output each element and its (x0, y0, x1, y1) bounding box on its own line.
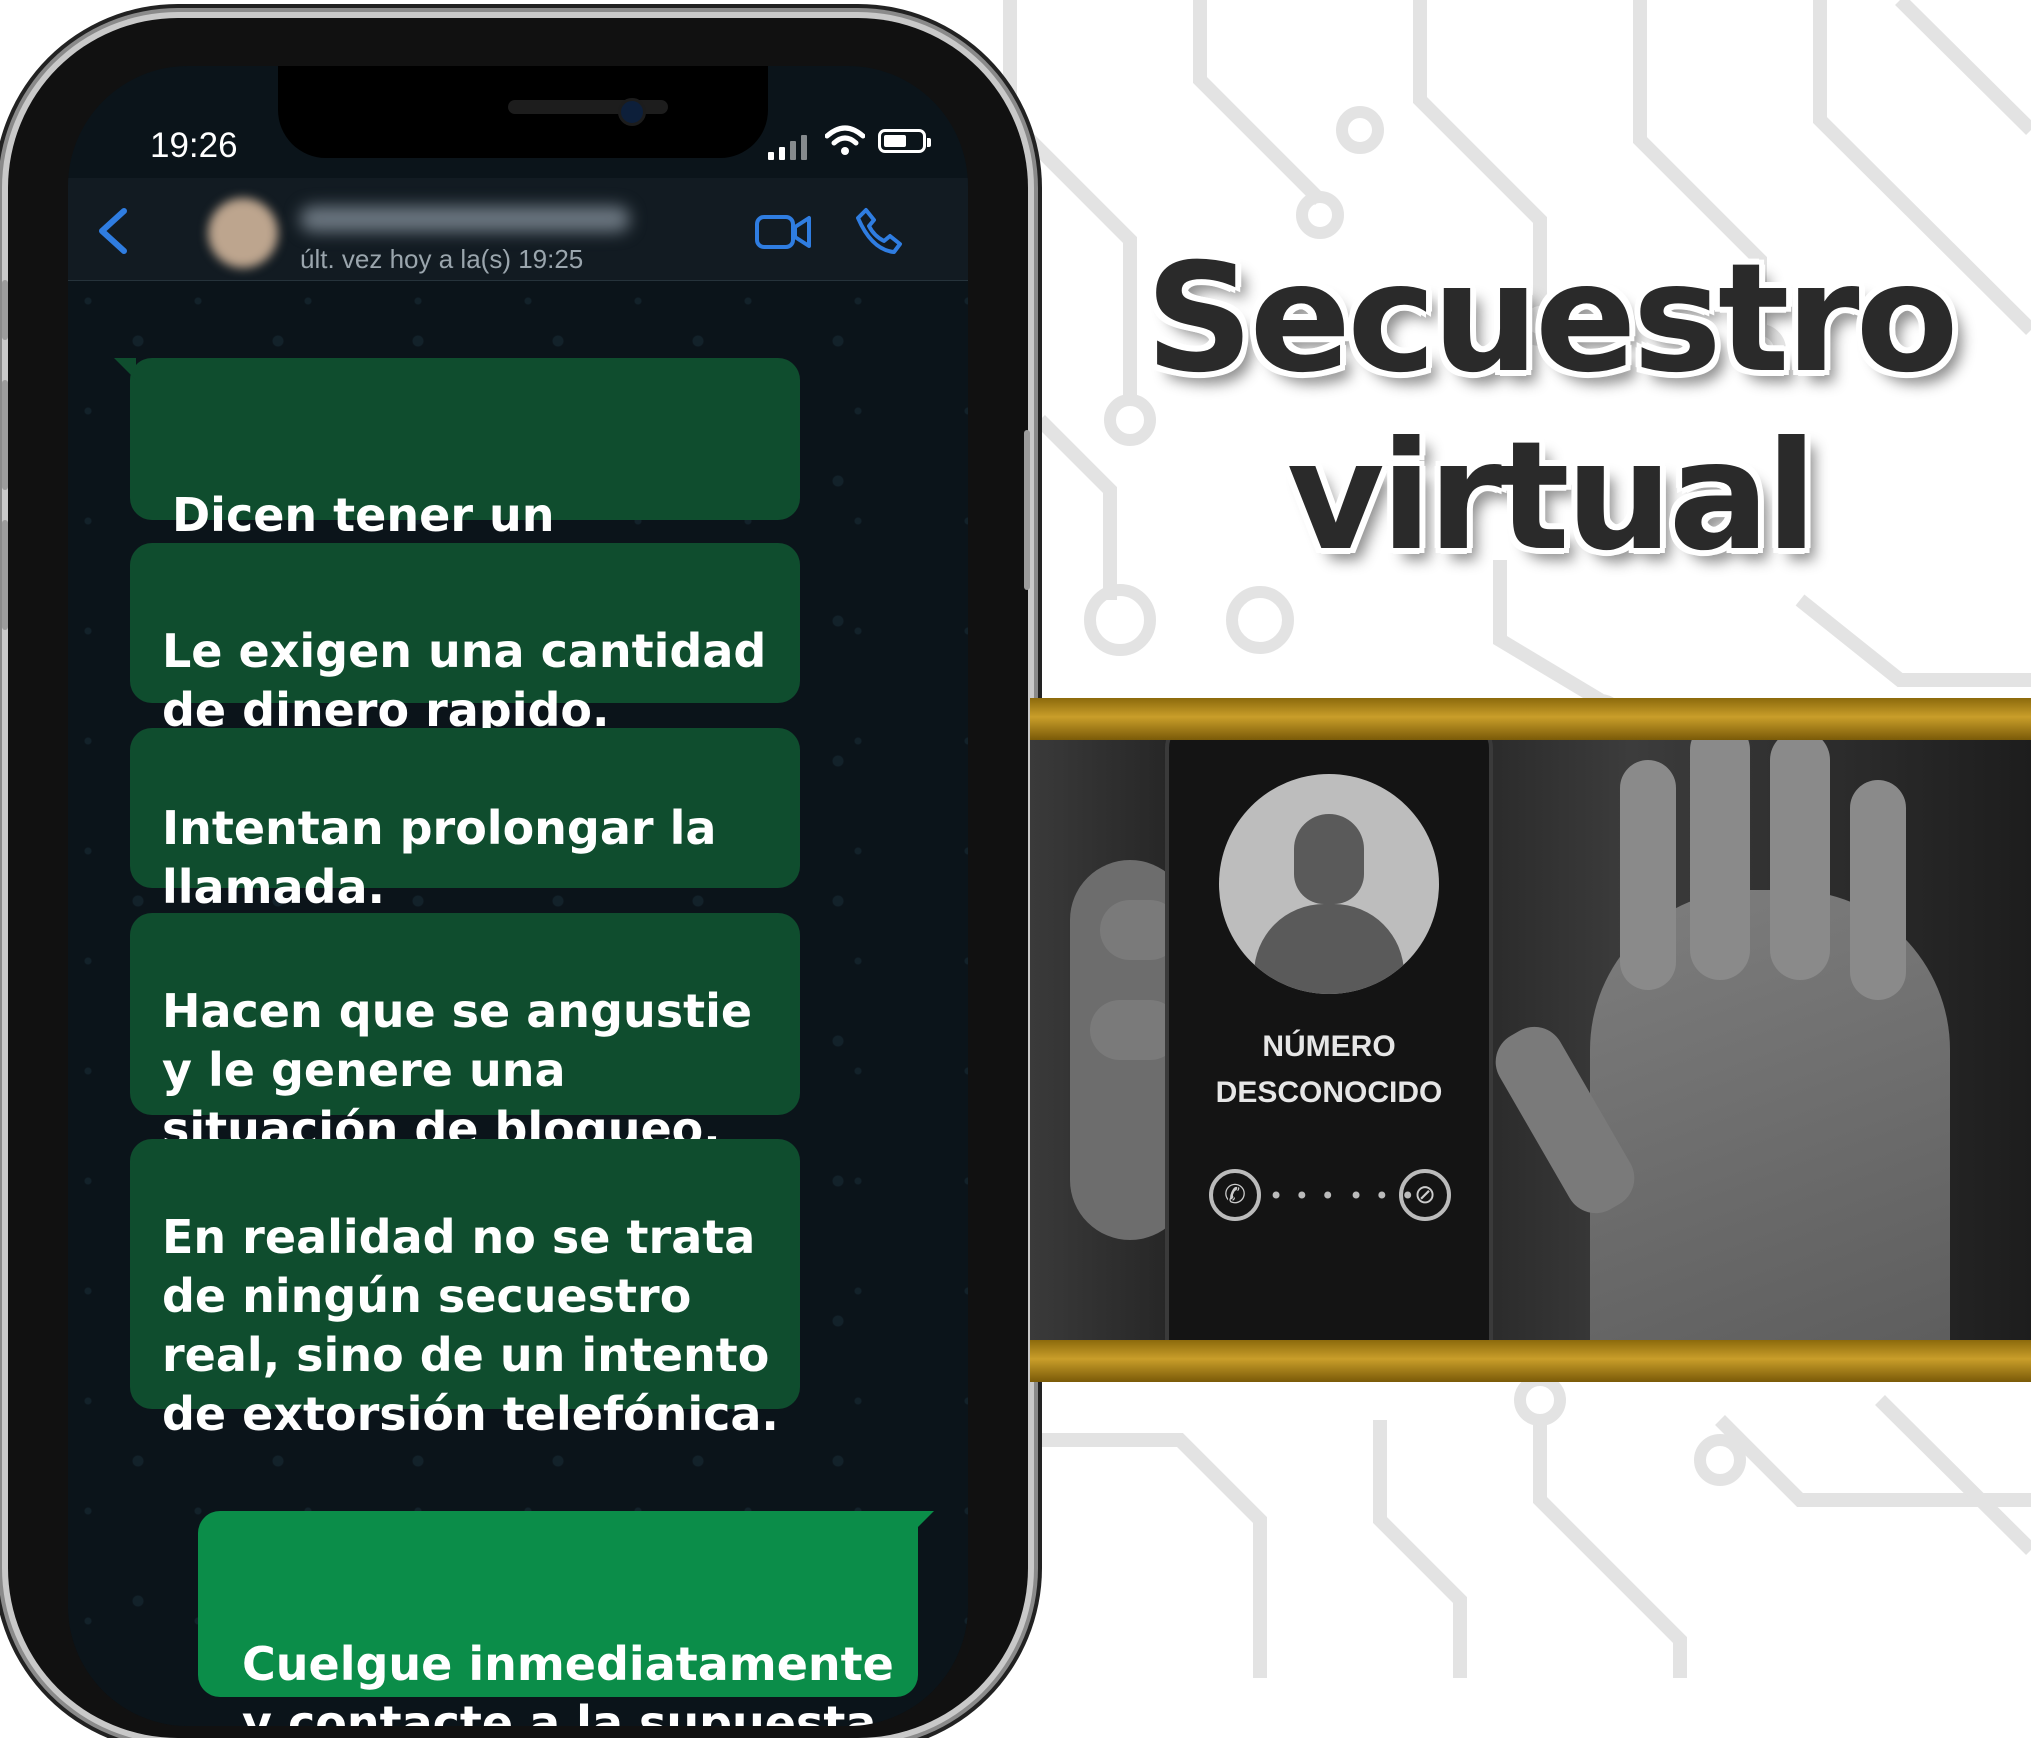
volume-up-button (2, 380, 8, 490)
answer-call-icon: ✆ (1209, 1169, 1261, 1221)
chat-header: últ. vez hoy a la(s) 19:25 (68, 178, 968, 281)
page-title: Secuestro virtual (1100, 230, 2000, 586)
finger (1850, 780, 1906, 1000)
front-camera (618, 98, 646, 126)
gold-band-top (1030, 698, 2031, 740)
decline-call-icon: ⊘ (1399, 1169, 1451, 1221)
message-text: Le exigen una cantidad de dinero rapido. (162, 624, 767, 737)
finger (1770, 740, 1830, 980)
cellular-signal-icon (768, 134, 807, 160)
unknown-caller-photo: NÚMERO DESCONOCIDO ✆ • • • • • • ⊘ (1030, 740, 2031, 1340)
phone-screen: 19:26 últ. vez hoy a la(s) 19:25 Dicen t… (68, 66, 968, 1726)
battery-icon (878, 129, 931, 153)
gold-band-bottom (1030, 1340, 2031, 1382)
message-bubble-outgoing: Cuelgue inmediatamente y contacte a la s… (198, 1511, 934, 1726)
phone-notch (278, 66, 768, 158)
volume-down-button (2, 520, 8, 630)
finger (1690, 740, 1750, 980)
title-line-2: virtual (1286, 410, 1817, 584)
video-call-icon[interactable] (754, 212, 812, 252)
caller-label-line-1: NÚMERO (1262, 1030, 1396, 1063)
message-bubble-incoming: Le exigen una cantidad de dinero rapido. (130, 543, 800, 737)
title-line-1: Secuestro (1145, 232, 1958, 406)
voice-call-icon[interactable] (854, 206, 904, 256)
bubble-tail (912, 1511, 934, 1533)
caller-avatar-icon (1219, 774, 1439, 994)
message-bubble-incoming: Hacen que se angustie y le genere una si… (130, 913, 800, 1156)
caller-phone: NÚMERO DESCONOCIDO ✆ • • • • • • ⊘ (1165, 740, 1493, 1340)
contact-name-blurred[interactable] (300, 206, 630, 232)
caller-label-line-2: DESCONOCIDO (1215, 1076, 1443, 1109)
message-bubble-incoming: Intentan prolongar la llamada. (130, 728, 800, 914)
message-bubble-incoming: En realidad no se trata de ningún secues… (130, 1139, 800, 1441)
status-bar-time: 19:26 (150, 126, 238, 165)
bubble-tail (114, 358, 136, 380)
message-text: En realidad no se trata de ningún secues… (162, 1210, 779, 1441)
chat-conversation[interactable]: Dicen tener un familiar secuestrado. Le … (68, 281, 968, 1726)
caller-label: NÚMERO DESCONOCIDO (1169, 1024, 1489, 1116)
mute-switch (2, 280, 8, 340)
finger (1620, 760, 1676, 990)
message-text: Intentan prolongar la llamada. (162, 801, 717, 914)
smartphone-frame: 19:26 últ. vez hoy a la(s) 19:25 Dicen t… (8, 18, 1028, 1738)
power-button (1024, 430, 1030, 590)
swipe-dots: • • • (1269, 1182, 1337, 1210)
wifi-icon (825, 125, 865, 155)
contact-avatar[interactable] (208, 198, 278, 268)
back-chevron-icon[interactable] (94, 206, 134, 256)
message-text: Cuelgue inmediatamente y contacte a la s… (242, 1637, 894, 1726)
last-seen-status: últ. vez hoy a la(s) 19:25 (300, 244, 584, 274)
message-text: Hacen que se angustie y le genere una si… (162, 984, 753, 1156)
message-bubble-incoming: Dicen tener un familiar secuestrado. (114, 358, 800, 601)
